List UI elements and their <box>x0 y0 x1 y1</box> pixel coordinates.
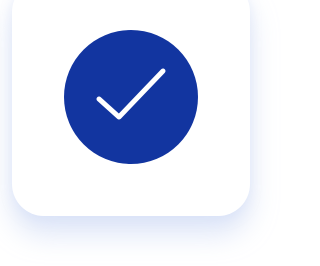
checkmark-icon <box>96 68 166 120</box>
success-badge <box>64 30 198 164</box>
screen <box>0 0 263 266</box>
